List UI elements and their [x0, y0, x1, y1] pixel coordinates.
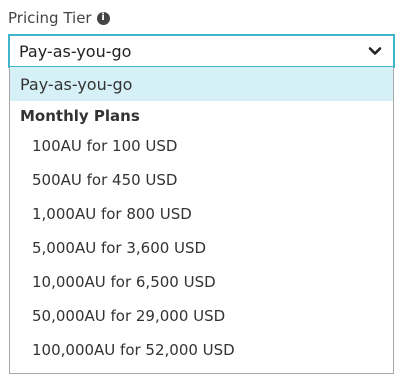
info-icon[interactable]: i: [96, 11, 110, 25]
option-50000au[interactable]: 50,000AU for 29,000 USD: [10, 299, 393, 333]
pricing-tier-label-text: Pricing Tier: [8, 9, 92, 27]
chevron-down-icon[interactable]: [367, 43, 383, 59]
option-1000au[interactable]: 1,000AU for 800 USD: [10, 197, 393, 231]
pricing-tier-dropdown-list[interactable]: Pay-as-you-go Monthly Plans 100AU for 10…: [9, 67, 394, 374]
option-10000au[interactable]: 10,000AU for 6,500 USD: [10, 265, 393, 299]
pricing-tier-select[interactable]: Pay-as-you-go: [8, 34, 395, 68]
option-100au[interactable]: 100AU for 100 USD: [10, 129, 393, 163]
pricing-tier-select-value: Pay-as-you-go: [19, 41, 132, 61]
option-5000au[interactable]: 5,000AU for 3,600 USD: [10, 231, 393, 265]
option-group-monthly-plans: Monthly Plans: [20, 107, 140, 125]
pricing-tier-label: Pricing Tier i: [8, 7, 110, 29]
option-pay-as-you-go[interactable]: Pay-as-you-go: [10, 67, 393, 101]
option-500au[interactable]: 500AU for 450 USD: [10, 163, 393, 197]
option-100000au[interactable]: 100,000AU for 52,000 USD: [10, 333, 393, 367]
